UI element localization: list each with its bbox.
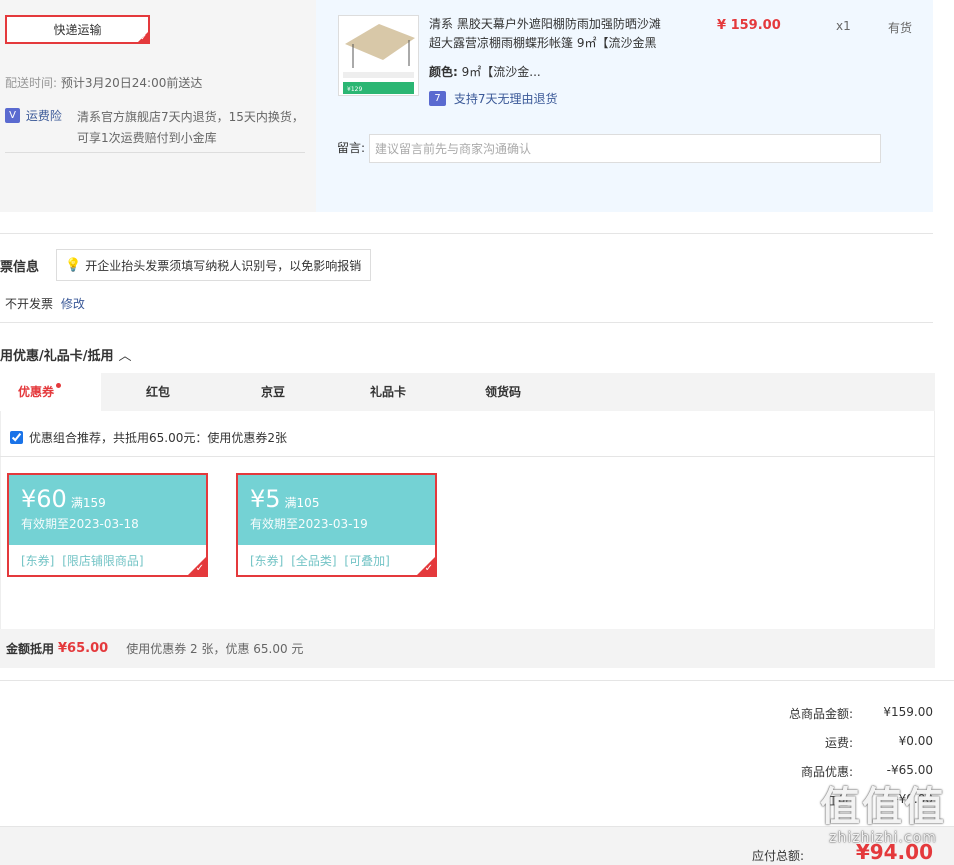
check-icon: ✓ <box>195 563 204 574</box>
divider <box>0 233 933 234</box>
coupon-tags: [东券] [全品类] [可叠加] <box>250 554 390 568</box>
product-stock: 有货 <box>888 21 913 35</box>
product-name[interactable]: 清系 黑胶天幕户外遮阳棚防雨加强防晒沙滩超大露营凉棚雨棚蝶形帐篷 9㎡【流沙金黑 <box>429 15 669 53</box>
svg-text:¥129: ¥129 <box>347 86 362 93</box>
coupon-expiry: 有效期至2023-03-18 <box>21 517 139 531</box>
promo-row: 商品优惠: -¥65.00 <box>800 763 933 779</box>
chevron-up-icon: ︿ <box>118 349 132 364</box>
discount-section-title[interactable]: 用优惠/礼品卡/抵用 ︿ <box>0 345 132 364</box>
payable-bar <box>0 826 954 865</box>
tent-icon: ¥129 <box>339 16 418 95</box>
coupon-amount: ¥60 <box>21 485 67 513</box>
divider <box>0 456 935 457</box>
coupon-condition: 满105 <box>284 496 320 510</box>
freight-insurance-link[interactable]: 运费险 <box>26 109 62 123</box>
return-policy: 7 支持7天无理由退货 <box>429 90 557 107</box>
invoice-tooltip: 💡 开企业抬头发票须填写纳税人识别号，以免影响报销 <box>56 249 371 281</box>
divider <box>0 322 933 323</box>
freight-insurance: V 运费险 清系官方旗舰店7天内退货，15天内换货，可享1次运费赔付到小金库 <box>5 107 305 145</box>
combo-recommendation[interactable]: 优惠组合推荐，共抵用65.00元：使用优惠券2张 <box>10 429 287 446</box>
tab-redpack[interactable]: 红包 <box>146 373 170 411</box>
return-policy-link[interactable]: 支持7天无理由退货 <box>454 92 558 106</box>
invoice-value: 不开发票 修改 <box>5 297 85 311</box>
total-goods-row: 总商品金额: ¥159.00 <box>788 705 933 721</box>
product-price: ¥ 159.00 <box>717 18 781 33</box>
check-icon: ✓ <box>424 563 433 574</box>
divider <box>0 680 954 681</box>
freight-row: 运费: ¥0.00 <box>824 734 933 750</box>
discount-summary: 金额抵用 ¥65.00 使用优惠券 2 张，优惠 65.00 元 <box>0 629 935 668</box>
tab-giftcard[interactable]: 礼品卡 <box>370 373 406 411</box>
product-image[interactable]: ¥129 <box>338 15 419 96</box>
payable-label: 应付总额: <box>751 849 804 863</box>
shield-v-icon: V <box>5 108 20 123</box>
divider <box>5 152 305 153</box>
freight-insurance-desc: 清系官方旗舰店7天内退货，15天内换货，可享1次运费赔付到小金库 <box>77 110 304 145</box>
shipping-method-button[interactable]: 快递运输 ✓ <box>5 15 150 44</box>
invoice-modify-link[interactable]: 修改 <box>61 297 85 311</box>
memo-label: 留言: <box>337 141 366 155</box>
notification-dot <box>56 383 61 388</box>
delivery-time: 配送时间: 预计3月20日24:00前送达 <box>5 76 203 90</box>
discount-summary-amount: ¥65.00 <box>58 641 109 656</box>
coupon-card[interactable]: ¥60 满159 有效期至2023-03-18 [东券] [限店铺限商品] ✓ <box>7 473 208 577</box>
seven-day-return-icon: 7 <box>429 91 446 106</box>
product-color: 颜色: 9㎡【流沙金... <box>429 65 541 79</box>
lightbulb-icon: 💡 <box>65 257 82 273</box>
discount-tabs: 优惠券 红包 京豆 礼品卡 领货码 <box>0 373 935 411</box>
tab-coupon[interactable]: 优惠券 <box>0 373 101 411</box>
tab-pickup-code[interactable]: 领货码 <box>485 373 521 411</box>
combo-checkbox[interactable] <box>10 431 23 444</box>
coupon-card[interactable]: ¥5 满105 有效期至2023-03-19 [东券] [全品类] [可叠加] ✓ <box>236 473 437 577</box>
memo-input[interactable] <box>369 134 881 163</box>
check-icon: ✓ <box>140 33 147 42</box>
coupon-amount: ¥5 <box>250 485 281 513</box>
product-qty: x1 <box>836 19 851 33</box>
shipping-method-label: 快递运输 <box>53 23 102 37</box>
coupon-expiry: 有效期至2023-03-19 <box>250 517 368 531</box>
watermark: 值值值 zhizhizhi.com <box>820 784 946 846</box>
coupon-condition: 满159 <box>70 496 106 510</box>
tab-jingdou[interactable]: 京豆 <box>261 373 285 411</box>
coupon-tags: [东券] [限店铺限商品] <box>21 554 144 568</box>
invoice-title: 票信息 <box>0 260 40 275</box>
